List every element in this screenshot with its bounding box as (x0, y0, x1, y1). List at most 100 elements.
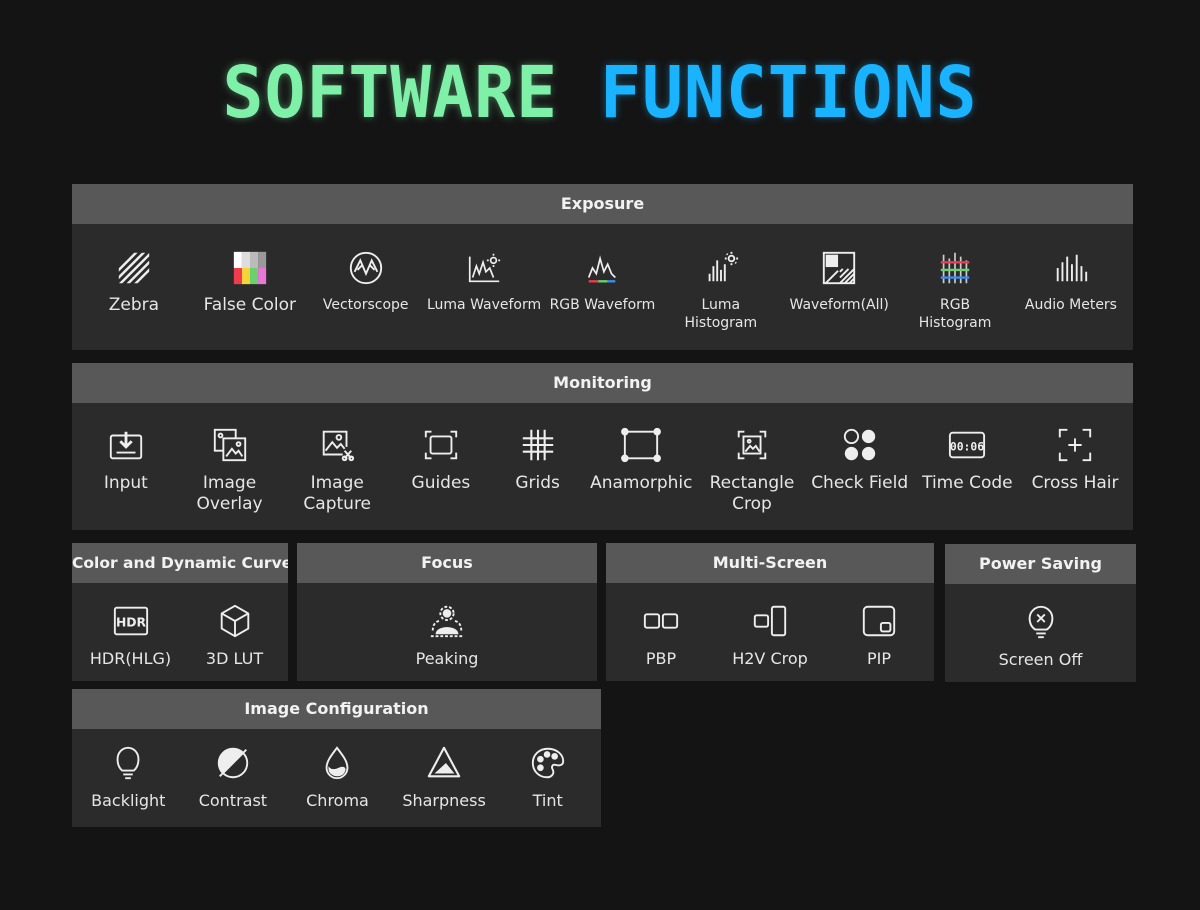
waveform-all-item[interactable]: Waveform(All) (784, 248, 894, 314)
page-title: SOFTWARE FUNCTIONS (0, 52, 1200, 136)
guides-label: Guides (411, 473, 471, 493)
guides-icon (421, 425, 461, 465)
rgb-waveform-label: RGB Waveform (549, 297, 656, 313)
anamorphic-label: Anamorphic (590, 473, 693, 493)
luma-waveform-item[interactable]: Luma Waveform (427, 248, 542, 314)
check-field-label: Check Field (811, 473, 909, 493)
time-code-icon: 00:06 (947, 425, 987, 465)
time-code-label: Time Code (922, 473, 1013, 493)
h2v-crop-item[interactable]: H2V Crop (715, 601, 825, 669)
exposure-panel: Exposure Zebra False Color Vectorscope L… (72, 184, 1133, 350)
color-curve-panel: Color and Dynamic Curve HDR HDR(HLG) 3D … (72, 543, 288, 681)
input-label: Input (103, 473, 148, 493)
multi-screen-panel: Multi-Screen PBP H2V Crop PIP (606, 543, 934, 681)
luma-histogram-icon (701, 248, 741, 288)
image-overlay-item[interactable]: Image Overlay (178, 425, 282, 515)
false-color-item[interactable]: False Color (195, 248, 305, 314)
backlight-item[interactable]: Backlight (80, 743, 176, 811)
check-field-item[interactable]: Check Field (808, 425, 912, 494)
h2v-crop-label: H2V Crop (732, 649, 808, 668)
tint-icon (528, 743, 568, 783)
title-part-software: SOFTWARE (222, 52, 559, 135)
tint-label: Tint (532, 791, 563, 810)
title-part-functions: FUNCTIONS (600, 52, 978, 135)
chroma-icon (317, 743, 357, 783)
vectorscope-icon (346, 248, 386, 288)
cross-hair-label: Cross Hair (1031, 473, 1119, 493)
time-code-item[interactable]: 00:06 Time Code (915, 425, 1019, 494)
backlight-icon (108, 743, 148, 783)
audio-meters-item[interactable]: Audio Meters (1016, 248, 1126, 314)
rectangle-crop-icon (732, 425, 772, 465)
hdr-icon: HDR (111, 601, 151, 641)
focus-panel: Focus Peaking (297, 543, 597, 681)
peaking-item[interactable]: Peaking (387, 601, 507, 669)
contrast-icon (213, 743, 253, 783)
peaking-icon (427, 601, 467, 641)
monitoring-panel: Monitoring Input Image Overlay Image Cap… (72, 363, 1133, 530)
image-capture-icon (317, 425, 357, 465)
hdr-label: HDR(HLG) (89, 649, 172, 668)
pip-item[interactable]: PIP (831, 601, 927, 669)
audio-meters-icon (1051, 248, 1091, 288)
audio-meters-label: Audio Meters (1024, 297, 1117, 313)
focus-heading: Focus (297, 543, 597, 583)
zebra-item[interactable]: Zebra (79, 248, 189, 314)
grids-item[interactable]: Grids (493, 425, 583, 494)
input-icon (106, 425, 146, 465)
power-saving-panel: Power Saving Screen Off (945, 544, 1136, 682)
luma-waveform-icon (464, 248, 504, 288)
sharpness-item[interactable]: Sharpness (394, 743, 494, 811)
backlight-label: Backlight (91, 791, 166, 810)
cross-hair-item[interactable]: Cross Hair (1023, 425, 1127, 494)
false-color-label: False Color (203, 295, 297, 315)
anamorphic-icon (621, 425, 662, 465)
image-overlay-label: Image Overlay (196, 473, 263, 514)
zebra-icon (114, 248, 154, 288)
contrast-label: Contrast (198, 791, 268, 810)
guides-item[interactable]: Guides (393, 425, 489, 494)
multi-screen-heading: Multi-Screen (606, 543, 934, 583)
tint-item[interactable]: Tint (503, 743, 593, 811)
rgb-histogram-icon (935, 248, 975, 288)
peaking-label: Peaking (415, 649, 479, 668)
3d-lut-item[interactable]: 3D LUT (190, 601, 280, 669)
monitoring-heading: Monitoring (72, 363, 1133, 403)
screen-off-item[interactable]: Screen Off (981, 602, 1101, 670)
vectorscope-item[interactable]: Vectorscope (311, 248, 421, 314)
luma-histogram-item[interactable]: Luma Histogram (663, 248, 778, 332)
image-capture-label: Image Capture (303, 473, 372, 514)
chroma-item[interactable]: Chroma (289, 743, 385, 811)
pbp-icon (641, 601, 681, 641)
rgb-histogram-item[interactable]: RGB Histogram (900, 248, 1010, 332)
screen-off-label: Screen Off (998, 650, 1083, 669)
sharpness-icon (424, 743, 464, 783)
rgb-waveform-item[interactable]: RGB Waveform (547, 248, 657, 314)
zebra-label: Zebra (108, 295, 160, 315)
image-config-panel: Image Configuration Backlight Contrast C… (72, 689, 601, 827)
rgb-histogram-label: RGB Histogram (918, 297, 992, 331)
image-capture-item[interactable]: Image Capture (285, 425, 389, 515)
vectorscope-label: Vectorscope (322, 297, 409, 313)
pbp-item[interactable]: PBP (613, 601, 709, 669)
h2v-crop-icon (750, 601, 790, 641)
anamorphic-item[interactable]: Anamorphic (586, 425, 696, 494)
false-color-icon (230, 248, 270, 288)
rectangle-crop-item[interactable]: Rectangle Crop (700, 425, 804, 515)
sharpness-label: Sharpness (402, 791, 486, 810)
chroma-label: Chroma (306, 791, 369, 810)
luma-histogram-label: Luma Histogram (684, 297, 758, 331)
time-code-digits: 00:06 (950, 440, 984, 454)
cross-hair-icon (1055, 425, 1095, 465)
input-item[interactable]: Input (78, 425, 174, 494)
image-overlay-icon (210, 425, 250, 465)
waveform-all-icon (819, 248, 859, 288)
contrast-item[interactable]: Contrast (185, 743, 281, 811)
hdr-item[interactable]: HDR HDR(HLG) (81, 601, 181, 669)
image-config-heading: Image Configuration (72, 689, 601, 729)
pip-label: PIP (866, 649, 891, 668)
screen-off-icon (1021, 602, 1061, 642)
exposure-heading: Exposure (72, 184, 1133, 224)
luma-waveform-label: Luma Waveform (426, 297, 542, 313)
rgb-waveform-icon (582, 248, 622, 288)
